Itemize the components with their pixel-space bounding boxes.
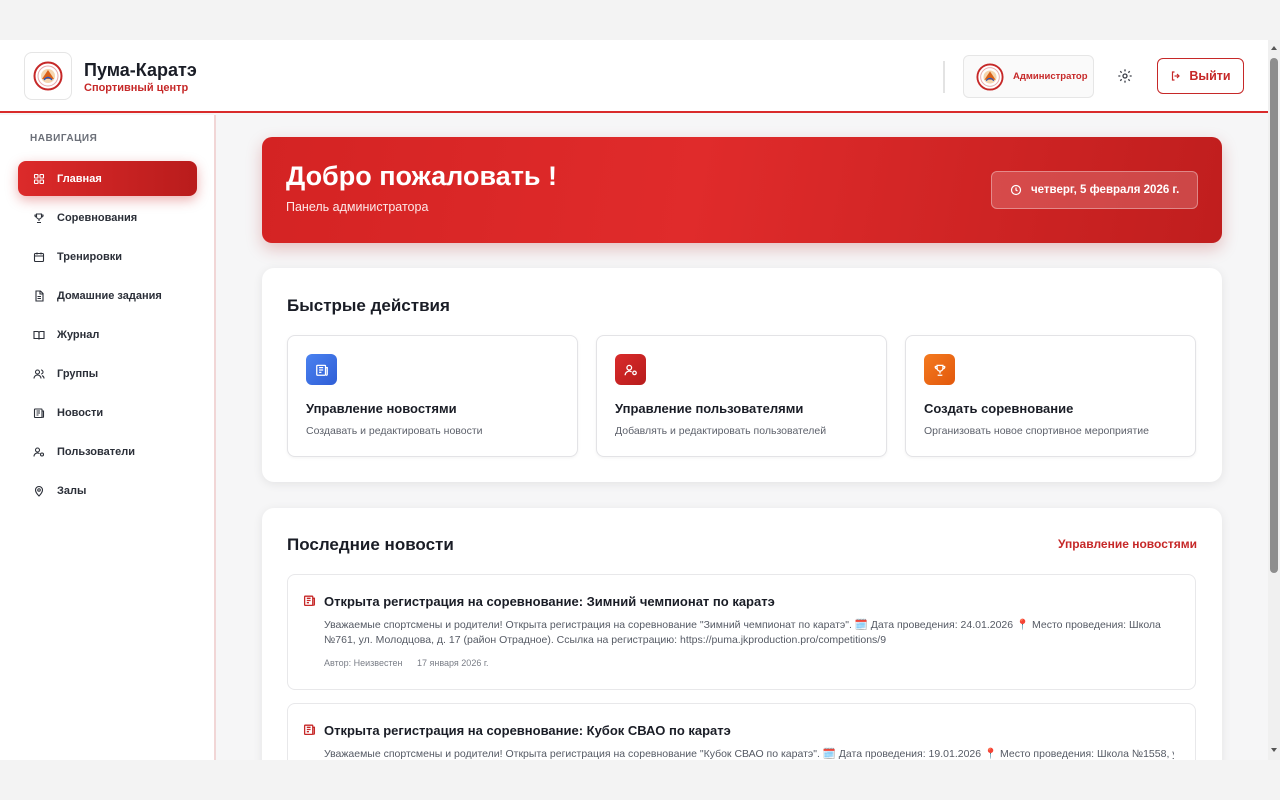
manage-news-link[interactable]: Управление новостями [1058, 537, 1197, 551]
create-competition-action[interactable]: Создать соревнование Организовать новое … [905, 335, 1196, 457]
qa-icon-box [924, 354, 955, 385]
newspaper-icon [303, 724, 316, 736]
latest-news-card: Последние новости Управление новостями О… [262, 508, 1222, 760]
clock-icon [1010, 184, 1022, 196]
grid-icon [33, 173, 45, 184]
trophy-icon [934, 364, 945, 376]
sidebar-item-label: Журнал [57, 328, 100, 341]
users-icon [33, 368, 45, 379]
welcome-subtitle: Панель администратора [286, 200, 429, 214]
sidebar-item-home[interactable]: Главная [18, 161, 197, 196]
brand-subtitle: Спортивный центр [84, 82, 189, 94]
logout-button[interactable]: Выйти [1157, 58, 1244, 94]
book-icon [33, 330, 45, 340]
qa-icon-box [306, 354, 337, 385]
top-header: Пума-Каратэ Спортивный центр Администрат… [0, 40, 1268, 113]
current-date: четверг, 5 февраля 2026 г. [1031, 184, 1180, 196]
scroll-up-arrow-icon[interactable] [1270, 44, 1278, 52]
qa-description: Создавать и редактировать новости [306, 425, 483, 437]
sidebar-item-halls[interactable]: Залы [18, 473, 197, 508]
sidebar-item-news[interactable]: Новости [18, 395, 197, 430]
gear-icon[interactable] [1117, 68, 1133, 84]
news-item[interactable]: Открыта регистрация на соревнование: Куб… [287, 703, 1196, 760]
document-icon [35, 289, 44, 302]
news-title: Открыта регистрация на соревнование: Зим… [324, 594, 775, 609]
newspaper-icon [33, 407, 45, 418]
quick-actions-card: Быстрые действия Управление новостями Со… [262, 268, 1222, 482]
sidebar-item-label: Группы [57, 367, 99, 380]
qa-icon-box [615, 354, 646, 385]
news-meta: Автор: Неизвестен 17 января 2026 г. [324, 658, 489, 668]
qa-title: Управление новостями [306, 401, 457, 416]
app-page: Пума-Каратэ Спортивный центр Администрат… [0, 40, 1268, 760]
calendar-icon [33, 252, 45, 262]
user-settings-icon [33, 446, 45, 457]
news-date: 17 января 2026 г. [416, 658, 489, 668]
news-title: Открыта регистрация на соревнование: Куб… [324, 723, 731, 738]
header-divider [943, 61, 945, 93]
manage-users-action[interactable]: Управление пользователями Добавлять и ре… [596, 335, 887, 457]
welcome-banner: Добро пожаловать ! Панель администратора… [262, 137, 1222, 243]
user-settings-icon [624, 364, 637, 375]
latest-news-title: Последние новости [287, 535, 454, 554]
news-body: Уважаемые спортсмены и родители! Открыта… [324, 748, 1174, 760]
qa-description: Организовать новое спортивное мероприяти… [924, 425, 1149, 437]
scroll-thumb[interactable] [1270, 58, 1278, 573]
logout-label: Выйти [1189, 69, 1231, 83]
nav-heading: НАВИГАЦИЯ [30, 133, 98, 144]
sidebar: НАВИГАЦИЯ Главная Соревнования Тренировк… [0, 115, 216, 760]
qa-title: Создать соревнование [924, 401, 1074, 416]
sidebar-item-label: Главная [57, 172, 102, 185]
qa-description: Добавлять и редактировать пользователей [615, 425, 827, 437]
trophy-icon [34, 212, 44, 223]
sidebar-item-journal[interactable]: Журнал [18, 317, 197, 352]
sidebar-item-homework[interactable]: Домашние задания [18, 278, 197, 313]
sidebar-item-label: Новости [57, 406, 104, 419]
sidebar-item-label: Тренировки [57, 250, 123, 263]
manage-news-action[interactable]: Управление новостями Создавать и редакти… [287, 335, 578, 457]
avatar-logo-icon [976, 62, 1004, 91]
sidebar-item-competitions[interactable]: Соревнования [18, 200, 197, 235]
sidebar-item-label: Пользователи [57, 445, 136, 458]
news-author: Автор: Неизвестен [324, 658, 403, 668]
welcome-title: Добро пожаловать ! [286, 161, 558, 191]
newspaper-icon [315, 364, 328, 376]
news-body: Уважаемые спортсмены и родители! Открыта… [324, 619, 1161, 646]
map-pin-icon [34, 485, 44, 497]
sidebar-item-label: Соревнования [57, 211, 138, 224]
sidebar-item-users[interactable]: Пользователи [18, 434, 197, 469]
quick-actions-title: Быстрые действия [287, 296, 450, 315]
brand-logo[interactable] [24, 52, 72, 100]
newspaper-icon [303, 595, 316, 607]
puma-logo-icon [33, 61, 63, 91]
scroll-down-arrow-icon[interactable] [1270, 746, 1278, 754]
qa-title: Управление пользователями [615, 401, 804, 416]
news-item[interactable]: Открыта регистрация на соревнование: Зим… [287, 574, 1196, 690]
brand-title: Пума-Каратэ [84, 60, 197, 80]
sidebar-item-trainings[interactable]: Тренировки [18, 239, 197, 274]
sidebar-item-label: Залы [57, 484, 87, 497]
sidebar-item-label: Домашние задания [57, 289, 162, 302]
user-role-label: Администратор [1013, 71, 1088, 82]
sidebar-item-groups[interactable]: Группы [18, 356, 197, 391]
page-scrollbar[interactable] [1268, 40, 1280, 760]
current-date-badge: четверг, 5 февраля 2026 г. [991, 171, 1198, 209]
user-role-chip[interactable]: Администратор [963, 55, 1094, 98]
logout-icon [1172, 71, 1181, 81]
